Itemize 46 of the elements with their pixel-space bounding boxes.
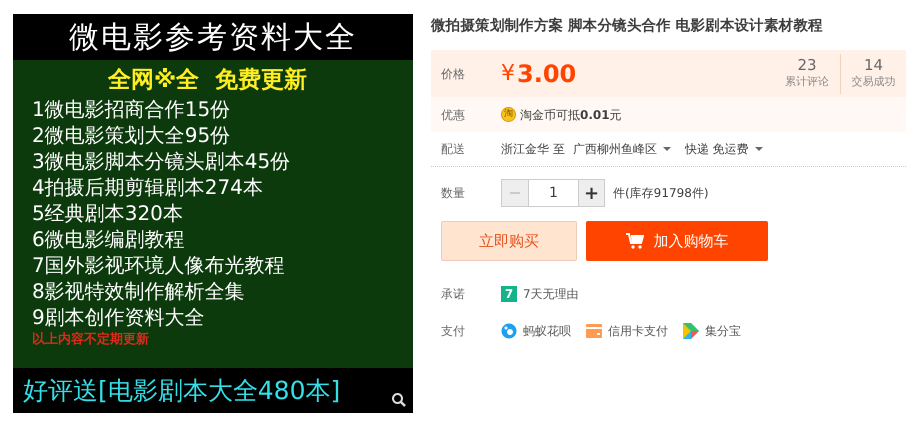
payment-method: 信用卡支付 [608, 323, 668, 340]
image-list-item: 9剧本创作资料大全 [32, 304, 205, 330]
field-label: 承诺 [441, 286, 466, 303]
field-label: 配送 [441, 141, 466, 158]
field-label: 数量 [441, 185, 466, 202]
image-list-item: 1微电影招商合作15份 [32, 96, 230, 122]
stat-label: 交易成功 [852, 74, 896, 90]
cart-icon [626, 233, 644, 249]
image-list-item: 4拍摄后期剪辑剧本274本 [32, 174, 263, 200]
quantity-field[interactable]: 1 [529, 179, 578, 207]
zoom-icon[interactable] [391, 392, 407, 408]
destination-dropdown[interactable]: 广西柳州鱼峰区 [572, 140, 671, 158]
image-list-item: 8影视特效制作解析全集 [32, 278, 245, 304]
image-list-item: 2微电影策划大全95份 [32, 122, 230, 148]
promise-text: 7天无理由 [523, 286, 579, 303]
caret-icon [754, 147, 763, 151]
currency-symbol: ¥ [501, 60, 515, 88]
product-title: 微拍摄策划制作方案 脚本分镜头合作 电影剧本设计素材教程 [431, 16, 824, 36]
field-label: 优惠 [441, 106, 466, 124]
payment-method: 蚂蚁花呗 [523, 323, 571, 340]
image-note: 以上内容不定期更新 [32, 330, 150, 349]
stat-label: 累计评论 [785, 74, 829, 90]
coin-icon: 淘 [501, 107, 516, 122]
price-amount: 3.00 [517, 58, 576, 90]
image-list-item: 5经典剧本320本 [32, 200, 183, 226]
swirl-icon [501, 323, 517, 339]
image-list-item: 7国外影视环境人像布光教程 [32, 252, 285, 278]
image-heading: 微电影参考资料大全 [69, 18, 357, 56]
increment-button[interactable]: + [578, 179, 605, 207]
play-icon [683, 323, 699, 339]
seven-day-icon: 7 [501, 286, 517, 302]
card-icon [586, 324, 602, 338]
shipping-dropdown[interactable]: 快递 免运费 [684, 140, 763, 158]
image-slogan: 全网※全 免费更新 [108, 66, 308, 95]
stat-value: 14 [864, 56, 884, 74]
stock-text: 件(库存91798件) [613, 185, 709, 202]
promo-text: 淘金币可抵0.01元 [520, 106, 622, 124]
field-label: 价格 [441, 66, 466, 82]
image-footer: 好评送[电影剧本大全480本] [23, 372, 340, 410]
ship-from: 浙江金华 至 [501, 141, 565, 158]
caret-icon [662, 147, 671, 151]
payment-method: 集分宝 [705, 323, 741, 340]
image-list-item: 6微电影编剧教程 [32, 226, 185, 252]
image-list-item: 3微电影脚本分镜头剧本45份 [32, 148, 290, 174]
field-label: 支付 [441, 323, 466, 340]
stat-value: 23 [797, 56, 817, 74]
